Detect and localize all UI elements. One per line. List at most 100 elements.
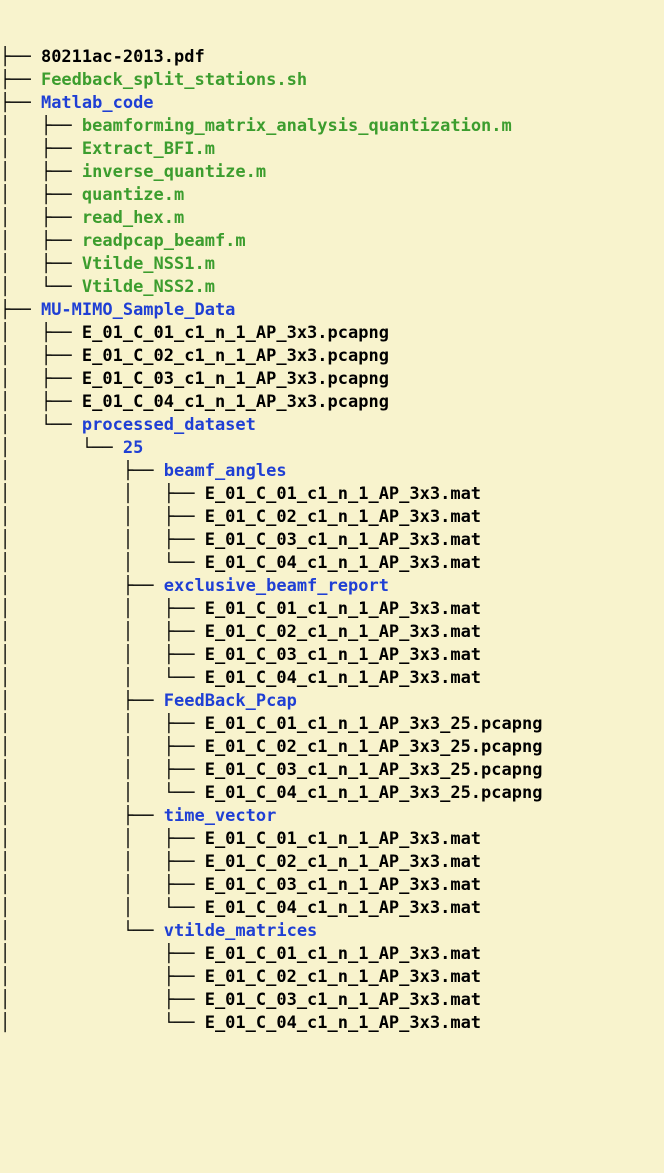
tree-prefix: │ │ ├── [0,483,205,506]
tree-file: E_01_C_01_c1_n_1_AP_3x3.mat [205,943,481,966]
tree-row: │ │ └── E_01_C_04_c1_n_1_AP_3x3.mat [0,667,664,690]
tree-row: │ ├── E_01_C_04_c1_n_1_AP_3x3.pcapng [0,391,664,414]
tree-row: │ └── processed_dataset [0,414,664,437]
tree-prefix: │ ├── [0,138,82,161]
tree-file: Vtilde_NSS1.m [82,253,215,276]
tree-prefix: │ ├── [0,161,82,184]
tree-file: E_01_C_03_c1_n_1_AP_3x3_25.pcapng [205,759,543,782]
tree-file: E_01_C_04_c1_n_1_AP_3x3.pcapng [82,391,389,414]
tree-row: │ ├── E_01_C_03_c1_n_1_AP_3x3.mat [0,989,664,1012]
tree-prefix: │ │ └── [0,552,205,575]
tree-file: E_01_C_01_c1_n_1_AP_3x3.mat [205,598,481,621]
tree-row: ├── Feedback_split_stations.sh [0,69,664,92]
tree-row: ├── Matlab_code [0,92,664,115]
tree-row: │ │ ├── E_01_C_03_c1_n_1_AP_3x3.mat [0,644,664,667]
tree-file: E_01_C_04_c1_n_1_AP_3x3.mat [205,667,481,690]
tree-row: │ └── vtilde_matrices [0,920,664,943]
tree-row: │ ├── inverse_quantize.m [0,161,664,184]
tree-file: E_01_C_02_c1_n_1_AP_3x3.mat [205,506,481,529]
tree-row: │ │ ├── E_01_C_01_c1_n_1_AP_3x3_25.pcapn… [0,713,664,736]
tree-file: E_01_C_03_c1_n_1_AP_3x3.mat [205,989,481,1012]
tree-file: readpcap_beamf.m [82,230,246,253]
tree-file: E_01_C_01_c1_n_1_AP_3x3_25.pcapng [205,713,543,736]
tree-file: 80211ac-2013.pdf [41,46,205,69]
tree-row: │ ├── E_01_C_03_c1_n_1_AP_3x3.pcapng [0,368,664,391]
tree-row: │ │ ├── E_01_C_03_c1_n_1_AP_3x3.mat [0,529,664,552]
tree-prefix: │ └── [0,437,123,460]
tree-row: ├── MU-MIMO_Sample_Data [0,299,664,322]
tree-file: E_01_C_04_c1_n_1_AP_3x3.mat [205,552,481,575]
tree-row: │ ├── FeedBack_Pcap [0,690,664,713]
tree-row: │ └── Vtilde_NSS2.m [0,276,664,299]
tree-file: E_01_C_04_c1_n_1_AP_3x3.mat [205,1012,481,1035]
tree-row: │ ├── readpcap_beamf.m [0,230,664,253]
tree-directory: FeedBack_Pcap [164,690,297,713]
tree-directory: time_vector [164,805,277,828]
tree-prefix: │ │ ├── [0,759,205,782]
tree-file: E_01_C_03_c1_n_1_AP_3x3.mat [205,644,481,667]
tree-prefix: │ │ └── [0,897,205,920]
tree-file: E_01_C_01_c1_n_1_AP_3x3.mat [205,483,481,506]
tree-row: │ │ ├── E_01_C_02_c1_n_1_AP_3x3.mat [0,621,664,644]
tree-prefix: │ ├── [0,184,82,207]
tree-file: inverse_quantize.m [82,161,266,184]
tree-row: │ │ └── E_01_C_04_c1_n_1_AP_3x3_25.pcapn… [0,782,664,805]
tree-file: E_01_C_02_c1_n_1_AP_3x3_25.pcapng [205,736,543,759]
tree-row: │ │ ├── E_01_C_01_c1_n_1_AP_3x3.mat [0,598,664,621]
tree-prefix: │ ├── [0,230,82,253]
tree-directory: processed_dataset [82,414,256,437]
tree-file: E_01_C_01_c1_n_1_AP_3x3.mat [205,828,481,851]
tree-prefix: │ │ ├── [0,598,205,621]
tree-file: quantize.m [82,184,184,207]
tree-row: │ │ └── E_01_C_04_c1_n_1_AP_3x3.mat [0,552,664,575]
tree-file: E_01_C_03_c1_n_1_AP_3x3.mat [205,874,481,897]
tree-prefix: │ │ └── [0,667,205,690]
tree-row: ├── 80211ac-2013.pdf [0,46,664,69]
tree-file: beamforming_matrix_analysis_quantization… [82,115,512,138]
tree-prefix: │ ├── [0,690,164,713]
tree-prefix: │ └── [0,1012,205,1035]
tree-row: │ ├── read_hex.m [0,207,664,230]
tree-row: │ ├── quantize.m [0,184,664,207]
tree-row: │ │ ├── E_01_C_01_c1_n_1_AP_3x3.mat [0,828,664,851]
tree-directory: beamf_angles [164,460,287,483]
tree-prefix: │ ├── [0,805,164,828]
tree-row: │ │ ├── E_01_C_01_c1_n_1_AP_3x3.mat [0,483,664,506]
tree-row: │ ├── time_vector [0,805,664,828]
tree-prefix: │ │ └── [0,782,205,805]
tree-row: │ ├── E_01_C_01_c1_n_1_AP_3x3.pcapng [0,322,664,345]
tree-row: │ │ ├── E_01_C_03_c1_n_1_AP_3x3.mat [0,874,664,897]
tree-file: E_01_C_04_c1_n_1_AP_3x3.mat [205,897,481,920]
tree-file: E_01_C_01_c1_n_1_AP_3x3.pcapng [82,322,389,345]
tree-row: │ └── 25 [0,437,664,460]
tree-row: │ │ ├── E_01_C_02_c1_n_1_AP_3x3.mat [0,851,664,874]
tree-prefix: │ ├── [0,322,82,345]
tree-prefix: │ ├── [0,253,82,276]
tree-directory: Matlab_code [41,92,154,115]
tree-row: │ ├── Extract_BFI.m [0,138,664,161]
tree-prefix: │ ├── [0,207,82,230]
tree-directory: MU-MIMO_Sample_Data [41,299,235,322]
tree-prefix: │ │ ├── [0,506,205,529]
tree-row: │ │ └── E_01_C_04_c1_n_1_AP_3x3.mat [0,897,664,920]
tree-row: │ ├── E_01_C_01_c1_n_1_AP_3x3.mat [0,943,664,966]
tree-prefix: ├── [0,299,41,322]
tree-row: │ ├── E_01_C_02_c1_n_1_AP_3x3.pcapng [0,345,664,368]
tree-prefix: │ ├── [0,575,164,598]
tree-prefix: │ ├── [0,391,82,414]
tree-directory: exclusive_beamf_report [164,575,389,598]
tree-prefix: │ └── [0,920,164,943]
tree-row: │ │ ├── E_01_C_02_c1_n_1_AP_3x3_25.pcapn… [0,736,664,759]
tree-file: E_01_C_03_c1_n_1_AP_3x3.mat [205,529,481,552]
tree-file: Extract_BFI.m [82,138,215,161]
tree-prefix: │ │ ├── [0,529,205,552]
tree-prefix: │ │ ├── [0,828,205,851]
tree-row: │ ├── Vtilde_NSS1.m [0,253,664,276]
tree-prefix: │ │ ├── [0,713,205,736]
tree-prefix: ├── [0,46,41,69]
tree-row: │ │ ├── E_01_C_02_c1_n_1_AP_3x3.mat [0,506,664,529]
tree-prefix: │ │ ├── [0,851,205,874]
tree-prefix: ├── [0,92,41,115]
tree-prefix: │ └── [0,276,82,299]
tree-file: E_01_C_02_c1_n_1_AP_3x3.mat [205,966,481,989]
